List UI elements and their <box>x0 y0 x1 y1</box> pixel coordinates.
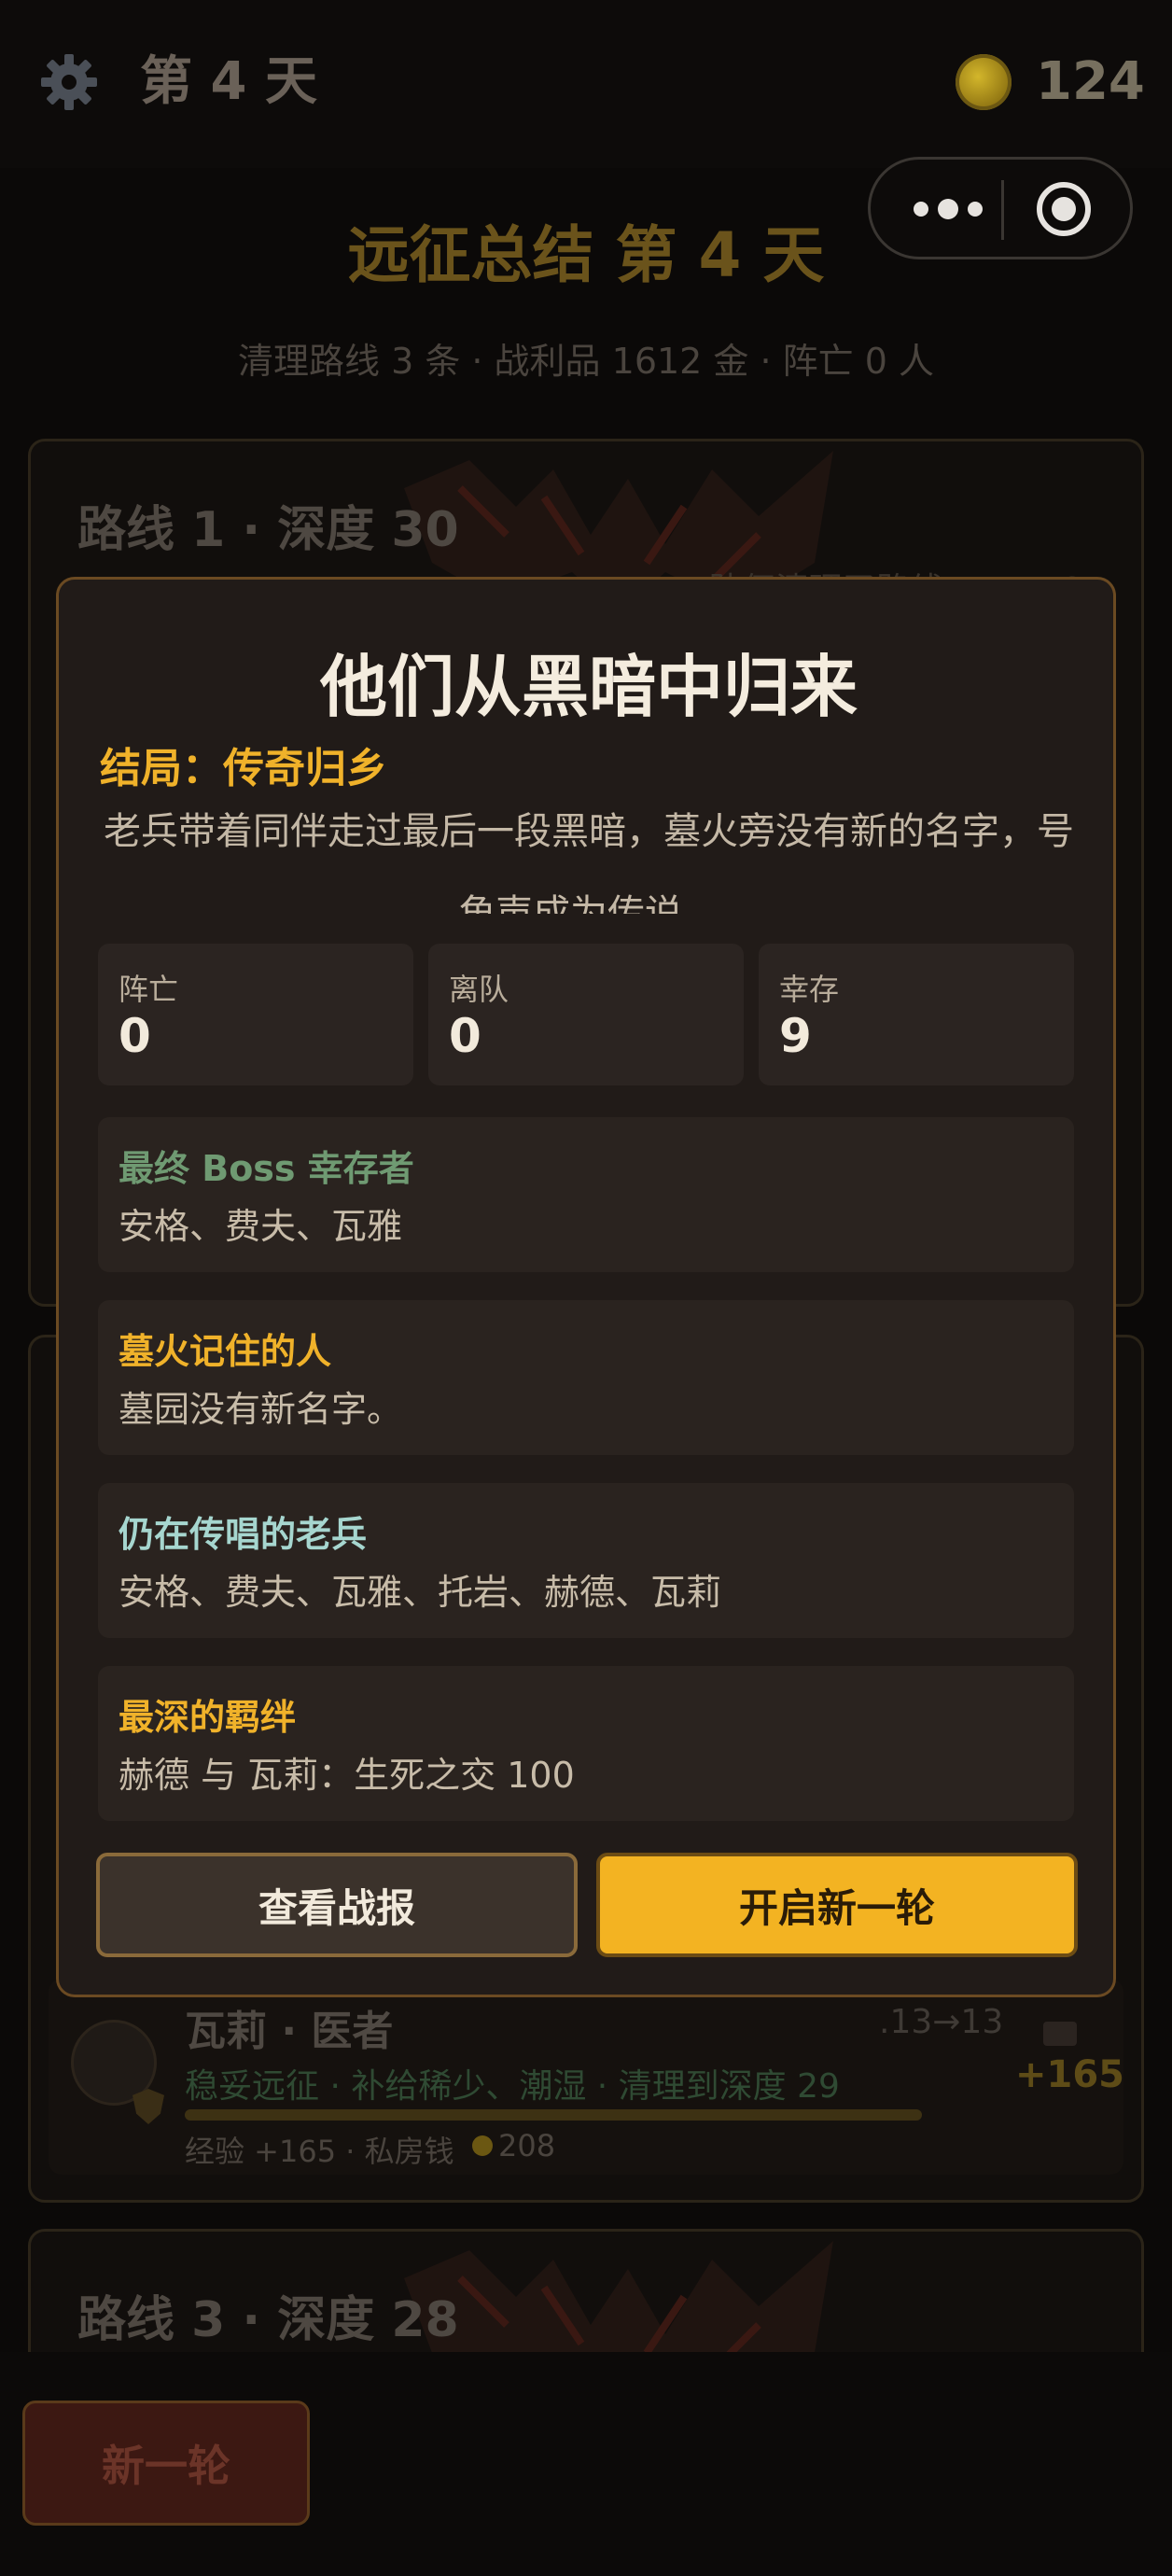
section-body: 安格、费夫、瓦雅 <box>119 1206 403 1247</box>
stat-dead: 阵亡 0 <box>98 944 413 1085</box>
stat-alive: 幸存 9 <box>759 944 1074 1085</box>
section-heading: 墓火记住的人 <box>119 1331 332 1372</box>
route-title: 路线 1 · 深度 30 <box>77 502 459 558</box>
bottom-bar: 新一轮 <box>0 2352 1172 2576</box>
veterans-section: 仍在传唱的老兵 安格、费夫、瓦雅、托岩、赫德、瓦莉 <box>98 1483 1074 1638</box>
member-exp: 经验 +165 · 私房钱 <box>185 2134 454 2169</box>
section-heading: 仍在传唱的老兵 <box>119 1514 368 1555</box>
start-new-round-button[interactable]: 开启新一轮 <box>596 1853 1078 1957</box>
stat-value: 0 <box>449 1009 481 1063</box>
section-heading: 最深的羁绊 <box>119 1697 297 1738</box>
ending-description: 老兵带着同伴走过最后一段黑暗，墓火旁没有新的名字，号角声成为传说。 <box>104 810 1074 914</box>
summary-title: 远征总结 第 4 天 <box>347 219 825 291</box>
section-body: 墓园没有新名字。 <box>119 1389 403 1430</box>
member-name: 瓦莉 · 医者 <box>185 2008 394 2055</box>
stat-label: 离队 <box>449 972 509 1007</box>
exp-bar <box>185 2109 922 2121</box>
modal-title: 他们从黑暗中归来 <box>319 648 858 726</box>
stat-value: 9 <box>779 1009 812 1063</box>
member-status: 稳妥远征 · 补给稀少、潮湿 · 清理到深度 29 <box>185 2067 840 2106</box>
member-gain: +165 <box>1015 2053 1125 2096</box>
stat-label: 幸存 <box>779 972 840 1007</box>
coin-icon <box>956 54 1012 110</box>
stat-left: 离队 0 <box>428 944 744 1085</box>
summary-subtitle: 清理路线 3 条 · 战利品 1612 金 · 阵亡 0 人 <box>237 341 934 382</box>
shield-icon <box>133 2089 164 2124</box>
ending-label: 结局：传奇归乡 <box>100 745 387 792</box>
coin-icon <box>472 2135 493 2156</box>
gear-icon[interactable] <box>39 52 99 112</box>
member-gold: 208 <box>498 2128 556 2163</box>
member-row[interactable]: 瓦莉 · 医者 .13→13 稳妥远征 · 补给稀少、潮湿 · 清理到深度 29… <box>49 1979 1125 2175</box>
ending-modal: 他们从黑暗中归来 结局：传奇归乡 老兵带着同伴走过最后一段黑暗，墓火旁没有新的名… <box>56 577 1116 1997</box>
section-body: 安格、费夫、瓦雅、托岩、赫德、瓦莉 <box>119 1572 722 1613</box>
section-body: 赫德 与 瓦莉：生死之交 100 <box>119 1755 575 1796</box>
new-round-button[interactable]: 新一轮 <box>22 2401 310 2526</box>
route-title: 路线 3 · 深度 28 <box>77 2292 459 2348</box>
bond-section: 最深的羁绊 赫德 与 瓦莉：生死之交 100 <box>98 1666 1074 1821</box>
stat-value: 0 <box>119 1009 151 1063</box>
stat-label: 阵亡 <box>119 972 179 1007</box>
day-label: 第 4 天 <box>140 51 317 112</box>
chest-icon <box>1043 2022 1077 2046</box>
boss-survivors-section: 最终 Boss 幸存者 安格、费夫、瓦雅 <box>98 1117 1074 1272</box>
member-level: .13→13 <box>879 2003 1004 2041</box>
coin-count: 124 <box>1036 51 1145 112</box>
section-heading: 最终 Boss 幸存者 <box>119 1148 414 1189</box>
remembered-section: 墓火记住的人 墓园没有新名字。 <box>98 1300 1074 1455</box>
view-report-button[interactable]: 查看战报 <box>96 1853 578 1957</box>
